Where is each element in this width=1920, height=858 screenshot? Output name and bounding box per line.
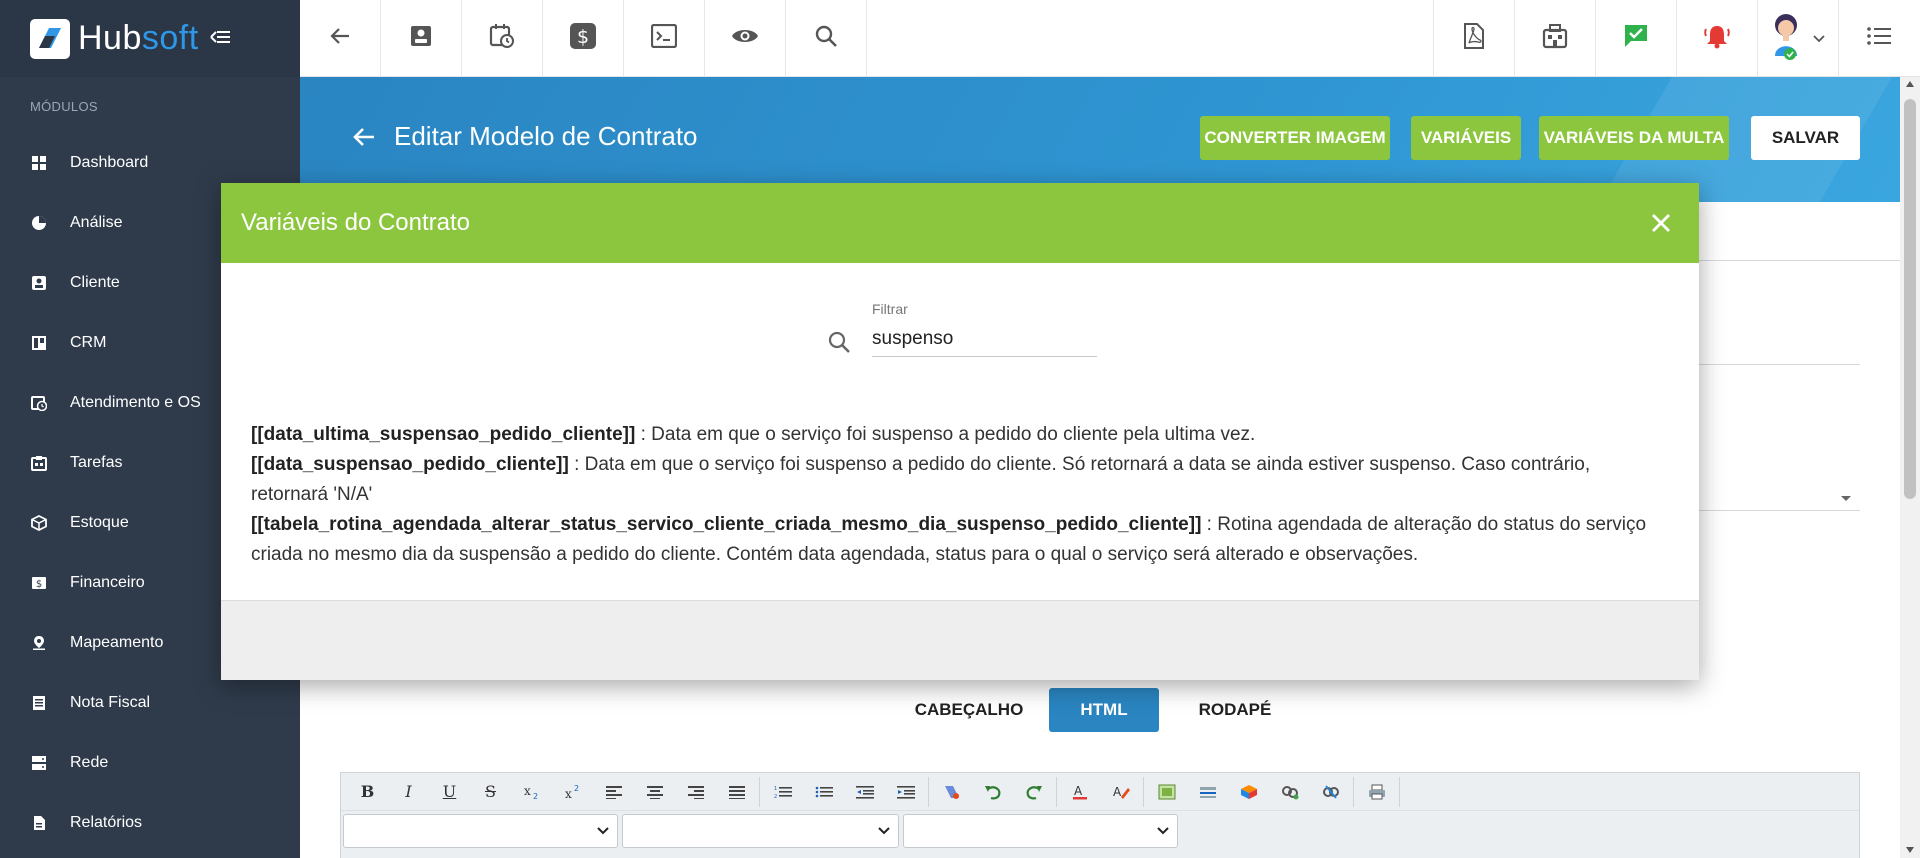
variable-name: [[tabela_rotina_agendada_alterar_status_… xyxy=(251,514,1202,535)
list-item: [[data_ultima_suspensao_pedido_cliente]]… xyxy=(251,420,1671,450)
variable-description: : Data em que o serviço foi suspenso a p… xyxy=(635,424,1256,445)
modal-footer xyxy=(221,600,1699,680)
close-icon[interactable] xyxy=(1643,205,1679,241)
list-item: [[tabela_rotina_agendada_alterar_status_… xyxy=(251,510,1671,570)
variable-name: [[data_suspensao_pedido_cliente]] xyxy=(251,454,569,475)
variable-name: [[data_ultima_suspensao_pedido_cliente]] xyxy=(251,424,636,445)
modal-header: Variáveis do Contrato xyxy=(221,183,1699,263)
contract-variables-modal: Variáveis do Contrato Filtrar [[data_ult… xyxy=(221,183,1699,680)
modal-overlay: Variáveis do Contrato Filtrar [[data_ult… xyxy=(0,0,1920,858)
variables-list: [[data_ultima_suspensao_pedido_cliente]]… xyxy=(251,420,1671,570)
filter-label: Filtrar xyxy=(872,301,908,317)
filter-field: Filtrar xyxy=(827,301,1127,361)
modal-title: Variáveis do Contrato xyxy=(241,209,471,236)
search-icon xyxy=(827,330,851,359)
filter-input[interactable] xyxy=(872,321,1097,357)
list-item: [[data_suspensao_pedido_cliente]] : Data… xyxy=(251,450,1671,510)
